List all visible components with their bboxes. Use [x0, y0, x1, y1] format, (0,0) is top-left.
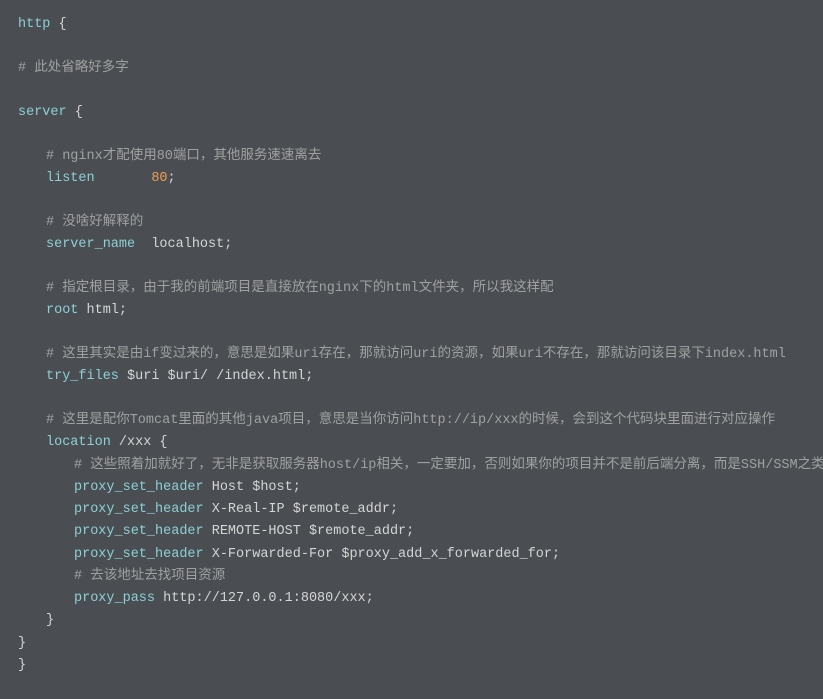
blank-line [18, 256, 805, 278]
code-line: # nginx才配使用80端口，其他服务速速离去 [18, 146, 805, 168]
comment: # 去该地址去找项目资源 [74, 569, 225, 584]
brace-close: } [46, 613, 54, 628]
kw-proxysetheader: proxy_set_header [74, 502, 204, 517]
code-line: location /xxx { [18, 432, 805, 454]
gap [95, 171, 152, 186]
code-line: # 这里是配你Tomcat里面的其他java项目，意思是当你访问http://i… [18, 410, 805, 432]
value: REMOTE-HOST $remote_addr; [204, 524, 415, 539]
kw-http: http [18, 17, 50, 32]
num-port: 80 [151, 171, 167, 186]
kw-root: root [46, 303, 78, 318]
code-line: # 去该地址去找项目资源 [18, 566, 805, 588]
value: localhost; [135, 237, 232, 252]
code-line: # 没啥好解释的 [18, 212, 805, 234]
value: X-Forwarded-For $proxy_add_x_forwarded_f… [204, 547, 560, 562]
value: http://127.0.0.1:8080/xxx; [155, 591, 374, 606]
code-line: root html; [18, 300, 805, 322]
brace-close: } [18, 658, 26, 673]
code-line: # 这些照着加就好了，无非是获取服务器host/ip相关，一定要加，否则如果你的… [18, 455, 805, 477]
kw-proxypass: proxy_pass [74, 591, 155, 606]
blank-line [18, 322, 805, 344]
kw-server: server [18, 105, 67, 120]
value: /xxx [111, 435, 160, 450]
code-block: http { # 此处省略好多字 server { # nginx才配使用80端… [0, 0, 823, 691]
value: X-Real-IP $remote_addr; [204, 502, 398, 517]
code-line: # 此处省略好多字 [18, 58, 805, 80]
code-line: proxy_set_header X-Forwarded-For $proxy_… [18, 544, 805, 566]
code-line: listen 80; [18, 168, 805, 190]
value: $uri $uri/ /index.html; [119, 369, 313, 384]
comment: # 这些照着加就好了，无非是获取服务器host/ip相关，一定要加，否则如果你的… [74, 458, 823, 473]
code-line: # 指定根目录，由于我的前端项目是直接放在nginx下的html文件夹，所以我这… [18, 278, 805, 300]
code-line: http { [18, 14, 805, 36]
kw-location: location [46, 435, 111, 450]
kw-tryfiles: try_files [46, 369, 119, 384]
brace-open: { [159, 435, 167, 450]
value: Host $host; [204, 480, 301, 495]
comment: # 没啥好解释的 [46, 215, 143, 230]
code-line: server_name localhost; [18, 234, 805, 256]
code-line: proxy_pass http://127.0.0.1:8080/xxx; [18, 588, 805, 610]
comment: # 这里是配你Tomcat里面的其他java项目，意思是当你访问http://i… [46, 413, 775, 428]
brace-open: { [67, 105, 83, 120]
brace-open: { [50, 17, 66, 32]
blank-line [18, 190, 805, 212]
kw-proxysetheader: proxy_set_header [74, 524, 204, 539]
code-line: proxy_set_header REMOTE-HOST $remote_add… [18, 521, 805, 543]
kw-listen: listen [46, 171, 95, 186]
code-line: server { [18, 102, 805, 124]
blank-line [18, 388, 805, 410]
blank-line [18, 80, 805, 102]
code-line: # 这里其实是由if变过来的，意思是如果uri存在，那就访问uri的资源，如果u… [18, 344, 805, 366]
kw-proxysetheader: proxy_set_header [74, 547, 204, 562]
brace-close: } [18, 636, 26, 651]
kw-proxysetheader: proxy_set_header [74, 480, 204, 495]
code-line: try_files $uri $uri/ /index.html; [18, 366, 805, 388]
semicolon: ; [168, 171, 176, 186]
code-line: } [18, 655, 805, 677]
comment: # 此处省略好多字 [18, 61, 129, 76]
comment: # 指定根目录，由于我的前端项目是直接放在nginx下的html文件夹，所以我这… [46, 281, 554, 296]
code-line: } [18, 633, 805, 655]
blank-line [18, 124, 805, 146]
code-line: proxy_set_header Host $host; [18, 477, 805, 499]
comment: # nginx才配使用80端口，其他服务速速离去 [46, 149, 321, 164]
kw-servername: server_name [46, 237, 135, 252]
code-line: proxy_set_header X-Real-IP $remote_addr; [18, 499, 805, 521]
code-line: } [18, 610, 805, 632]
value: html; [78, 303, 127, 318]
blank-line [18, 36, 805, 58]
comment: # 这里其实是由if变过来的，意思是如果uri存在，那就访问uri的资源，如果u… [46, 347, 786, 362]
